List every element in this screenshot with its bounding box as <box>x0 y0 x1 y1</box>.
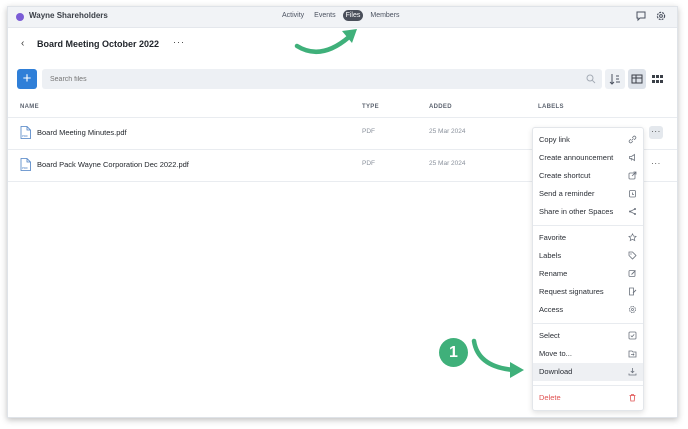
nav-events[interactable]: Events <box>311 10 338 21</box>
menu-item-label: Download <box>539 367 573 376</box>
tutorial-arrow-icon <box>294 29 357 55</box>
menu-item-download[interactable]: Download <box>533 363 643 381</box>
menu-separator <box>533 385 643 386</box>
edit-icon <box>628 270 636 277</box>
menu-item-label: Labels <box>539 251 562 260</box>
svg-text:PDF: PDF <box>22 134 28 138</box>
megaphone-icon <box>629 153 635 162</box>
nav-files[interactable]: Files <box>342 10 364 21</box>
menu-item-label: Send a reminder <box>539 189 595 198</box>
row-more-button[interactable]: ··· <box>649 158 663 171</box>
tutorial-arrow-icon <box>471 338 524 378</box>
link-icon <box>628 135 637 144</box>
svg-text:PDF: PDF <box>22 166 28 170</box>
file-name[interactable]: Board Meeting Minutes.pdf <box>37 128 127 137</box>
menu-item-label: Select <box>539 331 560 340</box>
page-title: Board Meeting October 2022 <box>37 39 160 49</box>
move-icon <box>628 350 637 358</box>
menu-item-label: Create announcement <box>539 153 614 162</box>
settings-gear-icon[interactable] <box>655 10 667 22</box>
menu-item-label: Rename <box>539 269 568 278</box>
share-icon <box>629 208 636 215</box>
menu-separator <box>533 323 643 324</box>
menu-item-label: Favorite <box>539 233 567 242</box>
menu-item-label: Copy link <box>539 135 570 144</box>
app-window: Wayne Shareholders Activity Events Files… <box>7 6 678 418</box>
signature-icon <box>629 287 637 296</box>
list-view-button[interactable] <box>628 69 646 89</box>
table-view-icon <box>631 74 643 84</box>
menu-item-rename[interactable]: Rename <box>533 265 643 283</box>
alarm-icon <box>629 190 636 198</box>
star-icon <box>628 233 637 242</box>
menu-item-label: Create shortcut <box>539 171 591 180</box>
file-context-menu: Copy link Create announcement Create sho… <box>532 127 644 411</box>
menu-item-share-other-spaces[interactable]: Share in other Spaces <box>533 203 643 221</box>
shortcut-icon <box>628 171 637 180</box>
grid-view-button[interactable] <box>648 69 666 89</box>
file-type: PDF <box>362 128 375 135</box>
pdf-file-icon: PDF <box>20 158 31 171</box>
file-added-date: 25 Mar 2024 <box>429 160 466 167</box>
file-name[interactable]: Board Pack Wayne Corporation Dec 2022.pd… <box>37 160 189 169</box>
menu-item-select[interactable]: Select <box>533 327 643 345</box>
pdf-file-icon: PDF <box>20 126 31 139</box>
column-header-labels[interactable]: LABELS <box>538 104 564 110</box>
gear-icon <box>629 306 636 313</box>
menu-item-favorite[interactable]: Favorite <box>533 229 643 247</box>
add-button[interactable]: + <box>17 69 37 89</box>
space-color-dot <box>16 13 24 21</box>
menu-item-request-signatures[interactable]: Request signatures <box>533 283 643 301</box>
menu-item-label: Share in other Spaces <box>539 207 614 216</box>
menu-item-create-shortcut[interactable]: Create shortcut <box>533 167 643 185</box>
menu-item-move-to[interactable]: Move to... <box>533 345 643 363</box>
search-input[interactable] <box>50 69 570 89</box>
file-type: PDF <box>362 160 375 167</box>
nav-activity[interactable]: Activity <box>279 10 307 21</box>
space-name[interactable]: Wayne Shareholders <box>29 11 108 20</box>
menu-item-send-reminder[interactable]: Send a reminder <box>533 185 643 203</box>
menu-item-label: Access <box>539 305 564 314</box>
chat-icon[interactable] <box>635 10 647 22</box>
menu-item-delete[interactable]: Delete <box>533 389 643 407</box>
menu-separator <box>533 225 643 226</box>
search-icon <box>586 74 596 84</box>
menu-item-labels[interactable]: Labels <box>533 247 643 265</box>
step-number-badge: 1 <box>439 338 468 367</box>
menu-item-label: Move to... <box>539 349 572 358</box>
menu-item-label: Delete <box>539 393 561 402</box>
menu-item-label: Request signatures <box>539 287 604 296</box>
menu-item-access[interactable]: Access <box>533 301 643 319</box>
tag-icon <box>628 251 637 260</box>
sort-icon <box>609 74 620 85</box>
download-icon <box>628 368 637 376</box>
back-arrow-icon[interactable]: ‹ <box>21 38 24 49</box>
row-more-button[interactable]: ··· <box>649 126 663 139</box>
nav-members[interactable]: Members <box>367 10 402 21</box>
column-header-type[interactable]: TYPE <box>362 104 379 110</box>
column-header-added[interactable]: ADDED <box>429 104 452 110</box>
menu-item-create-announcement[interactable]: Create announcement <box>533 149 643 167</box>
checkbox-icon <box>628 331 637 340</box>
trash-icon <box>629 394 636 402</box>
space-nav: Activity Events Files Members <box>279 10 403 21</box>
grid-view-icon <box>652 75 663 83</box>
sort-button[interactable] <box>605 69 625 89</box>
title-more-icon[interactable]: ··· <box>173 37 185 47</box>
search-bar <box>42 69 602 89</box>
file-added-date: 25 Mar 2024 <box>429 128 466 135</box>
menu-item-copy-link[interactable]: Copy link <box>533 131 643 149</box>
column-header-name[interactable]: NAME <box>20 104 39 110</box>
